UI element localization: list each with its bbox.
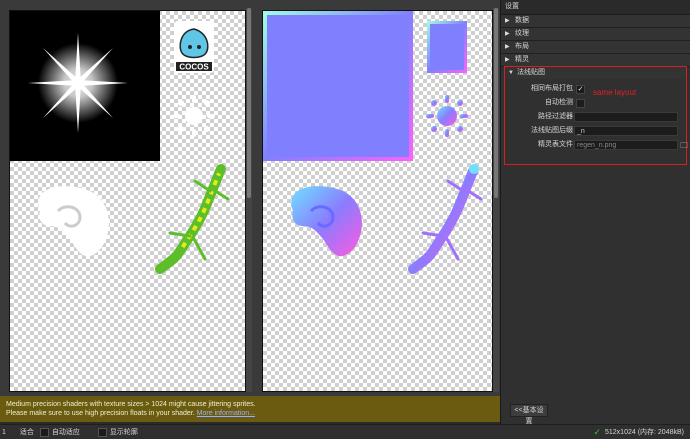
- fit-button[interactable]: 适合: [20, 427, 34, 437]
- status-bar: 1 适合 自动适应 显示轮廓 ✓ 512x1024 (内存: 2048kB): [0, 424, 690, 439]
- sheet-file-label: 精灵表文件: [538, 141, 573, 148]
- suffix-row: 法线贴图后缀 _n: [505, 125, 686, 137]
- size-info: 512x1024 (内存: 2048kB): [605, 429, 684, 436]
- basic-settings-button[interactable]: <<基本设置: [510, 404, 548, 425]
- path-filter-input[interactable]: [574, 112, 678, 122]
- light-burst-sprite: [10, 11, 160, 161]
- path-filter-label: 路径过滤器: [538, 113, 573, 120]
- chevron-down-icon: ▼: [508, 70, 514, 76]
- normal-map-header[interactable]: ▼ 法线贴图: [505, 67, 686, 79]
- precision-warning: Medium precision shaders with texture si…: [0, 396, 500, 422]
- auto-detect-checkbox[interactable]: [576, 99, 585, 108]
- chevron-right-icon: ▶: [505, 44, 510, 50]
- shell-sprite: [38, 186, 109, 257]
- sun-sprite: [173, 95, 215, 137]
- pack-same-layout-row: 相同布局打包 ✓: [505, 83, 686, 95]
- chevron-right-icon: ▶: [505, 31, 510, 37]
- sprite-sheet-panel[interactable]: COCOS: [9, 10, 246, 392]
- suffix-input[interactable]: _n: [574, 126, 678, 136]
- sheet-file-row: 精灵表文件 regen_n.png 🗀: [505, 139, 688, 152]
- section-layout[interactable]: ▶ 布局: [501, 41, 690, 54]
- more-information-link[interactable]: More information...: [197, 410, 255, 417]
- normal-map-section: ▼ 法线贴图 same layout 相同布局打包 ✓ 自动检测 路径过滤器 法线…: [504, 66, 688, 165]
- normal-logo-sprite: [427, 21, 467, 73]
- chevron-right-icon: ▶: [505, 18, 510, 24]
- show-outline-checkbox[interactable]: [97, 427, 107, 437]
- cocos-logo-text: COCOS: [179, 63, 209, 72]
- normal-sun-sprite: [426, 95, 468, 137]
- settings-title: 设置: [501, 0, 690, 15]
- path-filter-row: 路径过滤器: [505, 111, 686, 123]
- warning-line-1: Medium precision shaders with texture si…: [6, 401, 256, 408]
- folder-icon[interactable]: 🗀: [680, 140, 688, 152]
- normal-lizard-sprite: [408, 164, 483, 274]
- chevron-right-icon: ▶: [505, 57, 510, 63]
- sprite-sheet-canvas: COCOS: [10, 11, 230, 274]
- show-outline-label: 显示轮廓: [109, 429, 138, 436]
- normal-square-sprite: [263, 11, 413, 161]
- auto-fit-label: 自动适应: [51, 429, 80, 436]
- zoom-value[interactable]: 1: [2, 429, 6, 436]
- section-texture[interactable]: ▶ 纹理: [501, 28, 690, 41]
- normal-shell-sprite: [291, 186, 362, 257]
- suffix-label: 法线贴图后缀: [531, 127, 573, 134]
- left-panel-scrollbar[interactable]: [246, 8, 252, 392]
- auto-fit-checkbox[interactable]: [39, 427, 49, 437]
- normal-map-panel[interactable]: [262, 10, 493, 392]
- sheet-file-input[interactable]: regen_n.png: [574, 140, 678, 150]
- auto-detect-label: 自动检测: [545, 99, 573, 106]
- texture-viewport: COCOS: [0, 0, 500, 396]
- pack-same-layout-label: 相同布局打包: [531, 85, 573, 92]
- right-panel-scrollbar[interactable]: [493, 8, 499, 392]
- auto-detect-row: 自动检测: [505, 97, 686, 109]
- lizard-sprite: [155, 164, 230, 274]
- section-data[interactable]: ▶ 数据: [501, 15, 690, 28]
- pack-same-layout-checkbox[interactable]: ✓: [576, 85, 585, 94]
- warning-line-2: Please make sure to use high precision f…: [6, 410, 195, 417]
- normal-map-canvas: [263, 11, 483, 274]
- cocos-logo-sprite: COCOS: [174, 21, 214, 73]
- settings-sidebar: 设置 ▶ 数据 ▶ 纹理 ▶ 布局 ▶ 精灵 ▼ 法线贴图 same layout 相同布…: [500, 0, 690, 424]
- check-icon: ✓: [593, 426, 601, 437]
